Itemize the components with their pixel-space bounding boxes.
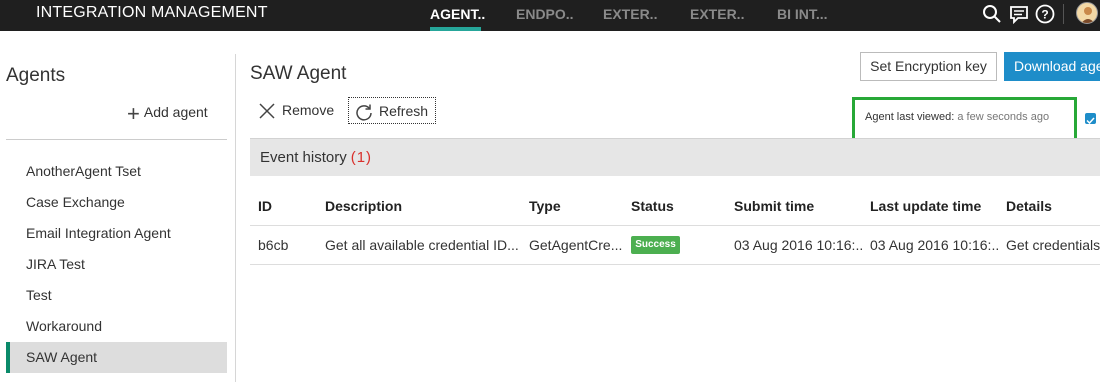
col-details[interactable]: Details bbox=[1006, 198, 1052, 214]
col-status[interactable]: Status bbox=[631, 198, 674, 214]
tab-endpoints[interactable]: ENDPO.. bbox=[516, 6, 574, 22]
event-count: (1) bbox=[350, 149, 373, 166]
sidebar-separator bbox=[235, 54, 236, 382]
row-divider bbox=[250, 264, 1100, 265]
auto-refresh-checkbox[interactable] bbox=[1085, 113, 1096, 125]
cell-last-update: 03 Aug 2016 10:16:... bbox=[870, 237, 1000, 253]
sidebar-item-saw-agent[interactable]: SAW Agent bbox=[6, 342, 227, 373]
help-icon[interactable]: ? bbox=[1035, 4, 1055, 24]
remove-button[interactable]: Remove bbox=[258, 97, 334, 124]
chat-icon[interactable] bbox=[1009, 4, 1029, 24]
add-agent-label: Add agent bbox=[143, 104, 208, 120]
check-icon bbox=[1086, 117, 1095, 125]
close-icon bbox=[259, 103, 275, 119]
col-id[interactable]: ID bbox=[258, 198, 272, 214]
last-viewed-label: Agent last viewed: bbox=[865, 111, 955, 123]
remove-label: Remove bbox=[282, 102, 335, 118]
sidebar-divider bbox=[6, 139, 227, 140]
cell-submit-time: 03 Aug 2016 10:16:... bbox=[734, 237, 864, 253]
sidebar-item-workaround[interactable]: Workaround bbox=[6, 311, 227, 342]
sidebar-item-email-integration[interactable]: Email Integration Agent bbox=[6, 218, 227, 249]
add-agent-button[interactable]: + Add agent bbox=[127, 101, 208, 127]
sidebar-title: Agents bbox=[6, 65, 66, 86]
refresh-label: Refresh bbox=[379, 103, 429, 119]
status-badge: Success bbox=[631, 236, 680, 254]
app-title: INTEGRATION MANAGEMENT bbox=[36, 4, 268, 21]
set-encryption-key-button[interactable]: Set Encryption key bbox=[860, 52, 997, 81]
col-type[interactable]: Type bbox=[529, 198, 561, 214]
cell-details: Get credentials bbox=[1006, 237, 1100, 253]
active-tab-indicator bbox=[430, 27, 481, 31]
event-history-title: Event history (1) bbox=[260, 149, 372, 166]
search-icon[interactable] bbox=[982, 4, 1002, 24]
col-submit-time[interactable]: Submit time bbox=[734, 198, 814, 214]
sidebar-item-test[interactable]: Test bbox=[6, 280, 227, 311]
plus-icon: + bbox=[127, 101, 140, 126]
sidebar-item-anotheragent[interactable]: AnotherAgent Tset bbox=[6, 156, 227, 187]
sidebar-item-case-exchange[interactable]: Case Exchange bbox=[6, 187, 227, 218]
event-history-header: Event history (1) bbox=[250, 138, 1100, 176]
cell-id: b6cb bbox=[258, 237, 289, 253]
avatar-icon bbox=[1081, 7, 1095, 23]
sidebar-item-jira-test[interactable]: JIRA Test bbox=[6, 249, 227, 280]
tab-bi-integration[interactable]: BI INT... bbox=[777, 6, 828, 22]
refresh-button[interactable]: Refresh bbox=[348, 97, 437, 124]
col-description[interactable]: Description bbox=[325, 198, 402, 214]
tab-agents[interactable]: AGENT.. bbox=[430, 6, 485, 22]
top-bar: INTEGRATION MANAGEMENT AGENT.. ENDPO.. E… bbox=[0, 0, 1100, 31]
cell-type: GetAgentCre... bbox=[529, 237, 623, 253]
tab-external-1[interactable]: EXTER.. bbox=[603, 6, 657, 22]
user-avatar[interactable] bbox=[1076, 2, 1098, 24]
download-agent-button[interactable]: Download age bbox=[1004, 52, 1100, 81]
header-row-divider bbox=[250, 225, 1100, 226]
agent-last-viewed: Agent last viewed: a few seconds ago bbox=[865, 111, 1049, 123]
svg-text:?: ? bbox=[1041, 8, 1048, 22]
col-last-update-time[interactable]: Last update time bbox=[870, 198, 981, 214]
page-title: SAW Agent bbox=[250, 63, 347, 84]
tab-external-2[interactable]: EXTER.. bbox=[690, 6, 744, 22]
event-history-label: Event history bbox=[260, 149, 347, 166]
refresh-icon bbox=[356, 104, 372, 121]
cell-description: Get all available credential ID... bbox=[325, 237, 519, 253]
last-viewed-value: a few seconds ago bbox=[957, 111, 1050, 123]
header-divider bbox=[1063, 4, 1064, 24]
